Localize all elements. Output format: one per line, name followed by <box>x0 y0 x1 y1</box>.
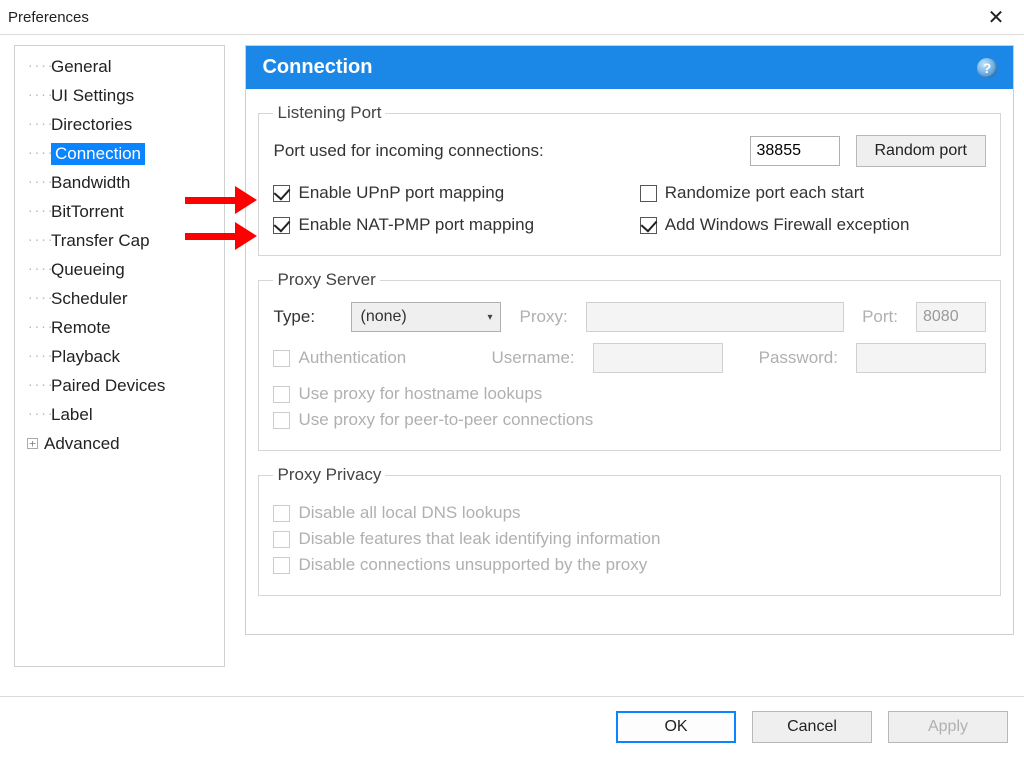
proxy-pass-label: Password: <box>759 348 838 368</box>
randomize-port-checkbox[interactable]: Randomize port each start <box>640 183 986 203</box>
window-title: Preferences <box>8 9 89 26</box>
sidebar-item-scheduler[interactable]: ····Scheduler <box>19 284 220 313</box>
sidebar-item-paired-devices[interactable]: ····Paired Devices <box>19 371 220 400</box>
sidebar: ····General ····UI Settings ····Director… <box>14 45 225 667</box>
proxy-server-legend: Proxy Server <box>273 270 379 290</box>
proxy-user-label: Username: <box>491 348 574 368</box>
checkbox-icon <box>640 217 657 234</box>
proxy-p2p-checkbox: Use proxy for peer-to-peer connections <box>273 410 986 430</box>
sidebar-item-general[interactable]: ····General <box>19 52 220 81</box>
title-separator <box>0 34 1024 35</box>
proxy-hostname-checkbox: Use proxy for hostname lookups <box>273 384 986 404</box>
privacy-leak-checkbox: Disable features that leak identifying i… <box>273 529 986 549</box>
random-port-button[interactable]: Random port <box>856 135 987 167</box>
proxy-type-label: Type: <box>273 307 333 327</box>
checkbox-icon <box>640 185 657 202</box>
checkbox-icon <box>273 350 290 367</box>
privacy-dns-checkbox: Disable all local DNS lookups <box>273 503 986 523</box>
proxy-user-input <box>593 343 723 373</box>
sidebar-item-directories[interactable]: ····Directories <box>19 110 220 139</box>
port-input[interactable] <box>750 136 840 166</box>
main-panel: Connection ? Listening Port Port used fo… <box>225 45 1014 689</box>
sidebar-item-bittorrent[interactable]: ····BitTorrent <box>19 197 220 226</box>
proxy-pass-input <box>856 343 986 373</box>
proxy-host-input <box>586 302 844 332</box>
help-icon[interactable]: ? <box>977 58 997 78</box>
sidebar-item-bandwidth[interactable]: ····Bandwidth <box>19 168 220 197</box>
panel-header: Connection ? <box>245 45 1014 89</box>
proxy-port-label: Port: <box>862 307 898 327</box>
checkbox-icon <box>273 557 290 574</box>
proxy-type-select[interactable]: (none)▾ <box>351 302 501 332</box>
checkbox-icon <box>273 217 290 234</box>
checkbox-icon <box>273 505 290 522</box>
sidebar-item-queueing[interactable]: ····Queueing <box>19 255 220 284</box>
proxy-auth-checkbox: Authentication <box>273 348 473 368</box>
sidebar-item-remote[interactable]: ····Remote <box>19 313 220 342</box>
titlebar: Preferences ✕ <box>0 0 1024 34</box>
upnp-checkbox[interactable]: Enable UPnP port mapping <box>273 183 619 203</box>
dialog-footer: OK Cancel Apply <box>616 711 1008 743</box>
proxy-privacy-group: Proxy Privacy Disable all local DNS look… <box>258 465 1001 596</box>
cancel-button[interactable]: Cancel <box>752 711 872 743</box>
sidebar-item-label[interactable]: ····Label <box>19 400 220 429</box>
close-icon[interactable]: ✕ <box>976 5 1016 30</box>
expand-icon[interactable]: + <box>27 438 38 449</box>
apply-button: Apply <box>888 711 1008 743</box>
proxy-privacy-legend: Proxy Privacy <box>273 465 385 485</box>
chevron-down-icon: ▾ <box>487 312 492 323</box>
proxy-port-input <box>916 302 986 332</box>
firewall-checkbox[interactable]: Add Windows Firewall exception <box>640 215 986 235</box>
proxy-host-label: Proxy: <box>519 307 567 327</box>
panel-title: Connection <box>262 56 372 79</box>
natpmp-checkbox[interactable]: Enable NAT-PMP port mapping <box>273 215 619 235</box>
listening-port-legend: Listening Port <box>273 103 385 123</box>
port-label: Port used for incoming connections: <box>273 141 543 161</box>
footer-separator <box>0 696 1024 697</box>
sidebar-item-playback[interactable]: ····Playback <box>19 342 220 371</box>
sidebar-item-connection[interactable]: ····Connection <box>19 139 220 168</box>
sidebar-item-transfer-cap[interactable]: ····Transfer Cap <box>19 226 220 255</box>
sidebar-item-advanced[interactable]: +Advanced <box>19 429 220 458</box>
checkbox-icon <box>273 412 290 429</box>
ok-button[interactable]: OK <box>616 711 736 743</box>
checkbox-icon <box>273 386 290 403</box>
listening-port-group: Listening Port Port used for incoming co… <box>258 103 1001 256</box>
checkbox-icon <box>273 185 290 202</box>
sidebar-item-ui-settings[interactable]: ····UI Settings <box>19 81 220 110</box>
privacy-unsupported-checkbox: Disable connections unsupported by the p… <box>273 555 986 575</box>
checkbox-icon <box>273 531 290 548</box>
proxy-server-group: Proxy Server Type: (none)▾ Proxy: Port: … <box>258 270 1001 451</box>
